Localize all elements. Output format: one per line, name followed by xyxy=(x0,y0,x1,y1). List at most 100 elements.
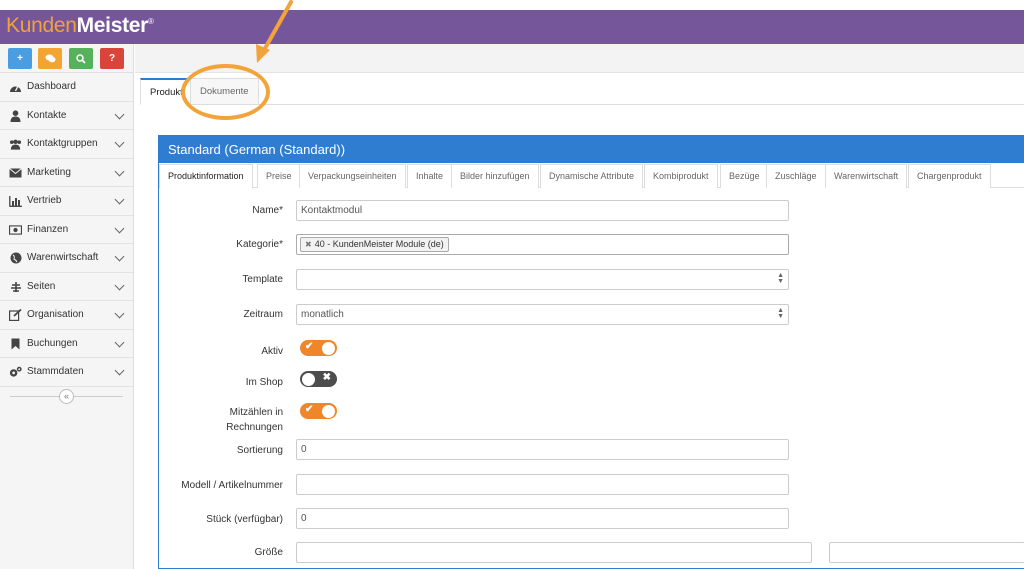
sidebar-item-label: Finanzen xyxy=(27,223,69,235)
tab-zuschlaege[interactable]: Zuschläge xyxy=(766,164,826,188)
chevron-down-icon[interactable] xyxy=(114,194,125,205)
sidebar-item-label: Buchungen xyxy=(27,337,78,349)
money-icon xyxy=(9,224,22,236)
tab-produktinformation[interactable]: Produktinformation xyxy=(159,164,253,189)
panel-title: Standard (German (Standard)) xyxy=(159,136,1024,163)
mitzaehlen-toggle[interactable]: ✔ xyxy=(300,403,337,419)
field-label: Sortierung xyxy=(236,445,283,456)
sidebar-item-stammdaten[interactable]: Stammdaten xyxy=(0,358,133,387)
language-panel: Standard (German (Standard)) Produktinfo… xyxy=(158,135,1024,569)
tab-preise[interactable]: Preise xyxy=(257,164,301,188)
top-bar: KundenMeister® xyxy=(0,0,1024,44)
sidebar-item-label: Marketing xyxy=(27,166,71,178)
sidebar: + ? Dashboard Kontakte Kontaktgruppen Ma… xyxy=(0,44,134,569)
field-label: Rechnungen xyxy=(226,422,283,433)
sidebar-item-label: Warenwirtschaft xyxy=(27,252,99,264)
field-label: Template xyxy=(242,274,283,285)
sidebar-item-label: Dashboard xyxy=(27,81,76,93)
chevron-down-icon[interactable] xyxy=(114,365,125,376)
sidebar-item-kontaktgruppen[interactable]: Kontaktgruppen xyxy=(0,130,133,159)
dashboard-icon xyxy=(9,81,22,93)
sidebar-item-label: Stammdaten xyxy=(27,366,84,378)
quick-actions: + ? xyxy=(0,44,133,73)
sidebar-item-kontakte[interactable]: Kontakte xyxy=(0,102,133,130)
chevron-down-icon[interactable] xyxy=(114,337,125,347)
user-icon xyxy=(9,109,22,122)
tab-kombiprodukt[interactable]: Kombiprodukt xyxy=(644,164,718,188)
highlight-circle xyxy=(181,64,270,120)
bookmark-icon xyxy=(9,338,22,350)
field-label: Name* xyxy=(252,205,283,216)
sidebar-item-organisation[interactable]: Organisation xyxy=(0,301,133,330)
help-icon[interactable]: ? xyxy=(100,48,124,69)
field-label: Größe xyxy=(254,547,283,558)
chevron-down-icon[interactable] xyxy=(114,308,125,319)
select-arrows-icon: ▲ ▼ xyxy=(777,307,784,320)
chevron-down-icon[interactable] xyxy=(114,251,125,262)
bar-chart-icon xyxy=(9,195,22,207)
sidebar-item-dashboard[interactable]: Dashboard xyxy=(0,73,133,102)
tab-bilder-hinzufuegen[interactable]: Bilder hinzufügen xyxy=(451,164,539,188)
sidebar-item-vertrieb[interactable]: Vertrieb xyxy=(0,187,133,216)
chat-icon[interactable] xyxy=(38,48,62,69)
tab-verpackungseinheiten[interactable]: Verpackungseinheiten xyxy=(299,164,406,188)
plus-icon[interactable]: + xyxy=(8,48,32,69)
sidebar-collapse: « xyxy=(0,387,133,407)
select-value: monatlich xyxy=(301,309,344,320)
globe-icon xyxy=(9,252,22,264)
chevron-down-icon[interactable] xyxy=(114,166,125,176)
tab-bezuege[interactable]: Bezüge xyxy=(720,164,769,188)
logo[interactable]: KundenMeister® xyxy=(6,14,154,38)
sidebar-item-seiten[interactable]: Seiten xyxy=(0,273,133,301)
envelope-icon xyxy=(9,167,22,179)
stueck-input[interactable]: 0 xyxy=(296,508,789,529)
sidebar-item-label: Kontaktgruppen xyxy=(27,138,98,150)
users-icon xyxy=(9,138,22,150)
logo-part-meister: Meister xyxy=(76,14,149,37)
template-select[interactable]: ▲ ▼ xyxy=(296,269,789,290)
sidebar-item-buchungen[interactable]: Buchungen xyxy=(0,330,133,358)
kategorie-multiselect[interactable]: ✖ 40 - KundenMeister Module (de) xyxy=(296,234,789,255)
sidebar-item-finanzen[interactable]: Finanzen xyxy=(0,216,133,244)
im-shop-toggle[interactable]: ✖ xyxy=(300,371,337,387)
toggle-knob xyxy=(302,372,315,386)
tab-inhalte[interactable]: Inhalte xyxy=(407,164,453,188)
tab-warenwirtschaft[interactable]: Warenwirtschaft xyxy=(825,164,908,188)
pointer-arrow xyxy=(256,0,293,63)
field-label: Aktiv xyxy=(261,346,283,357)
search-icon[interactable] xyxy=(69,48,93,69)
field-label: Mitzählen in xyxy=(229,407,283,418)
field-label: Zeitraum xyxy=(243,309,283,320)
sidebar-item-warenwirtschaft[interactable]: Warenwirtschaft xyxy=(0,244,133,273)
logo-part-kunden: Kunden xyxy=(6,14,77,37)
sidebar-item-marketing[interactable]: Marketing xyxy=(0,159,133,187)
remove-tag-icon[interactable]: ✖ xyxy=(305,240,312,249)
chevron-down-icon[interactable] xyxy=(114,137,125,148)
tab-chargenprodukt[interactable]: Chargenprodukt xyxy=(908,164,991,188)
toggle-knob xyxy=(322,404,335,418)
aktiv-toggle[interactable]: ✔ xyxy=(300,340,337,356)
field-label: Stück (verfügbar) xyxy=(206,514,283,525)
sitemap-icon xyxy=(9,281,22,293)
modell-input[interactable] xyxy=(296,474,789,495)
field-label: Im Shop xyxy=(245,377,283,388)
tab-dynamische-attribute[interactable]: Dynamische Attribute xyxy=(540,164,644,188)
cross-icon: ✖ xyxy=(322,372,331,383)
toggle-knob xyxy=(322,341,335,355)
check-icon: ✔ xyxy=(305,341,314,352)
chevron-down-icon[interactable] xyxy=(114,280,125,290)
groesse-input-2[interactable] xyxy=(829,542,1024,563)
chevron-down-icon[interactable] xyxy=(114,109,125,119)
sidebar-item-label: Organisation xyxy=(27,309,84,321)
collapse-sidebar-button[interactable]: « xyxy=(59,388,74,404)
zeitraum-select[interactable]: monatlich ▲ ▼ xyxy=(296,304,789,325)
tag-label: 40 - KundenMeister Module (de) xyxy=(314,239,444,249)
chevron-down-icon[interactable] xyxy=(114,223,125,233)
sortierung-input[interactable]: 0 xyxy=(296,439,789,460)
product-tabs: Produktinformation Preise Verpackungsein… xyxy=(159,164,1024,189)
groesse-input-1[interactable] xyxy=(296,542,812,563)
check-icon: ✔ xyxy=(305,404,314,415)
sidebar-item-label: Seiten xyxy=(27,280,56,292)
name-input[interactable]: Kontaktmodul xyxy=(296,200,789,221)
select-arrows-icon: ▲ ▼ xyxy=(777,272,784,285)
